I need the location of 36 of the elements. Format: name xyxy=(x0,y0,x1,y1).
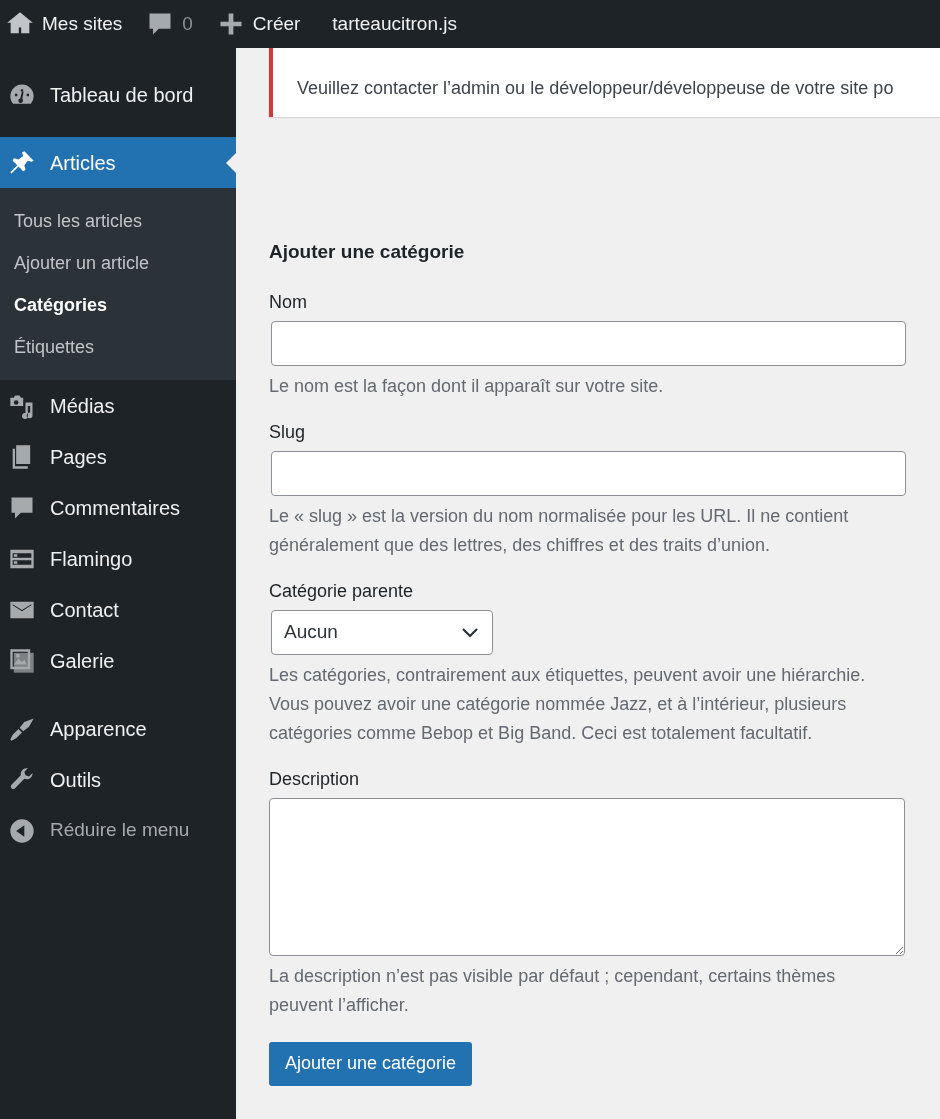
parent-category-dropdown[interactable]: Aucun xyxy=(271,609,493,655)
help-text: Le nom est la façon dont il apparaît sur votre site. xyxy=(269,374,665,398)
add-category-button[interactable]: Ajouter une catégorie xyxy=(269,1041,473,1086)
help-text: Le « slug » est la version du nom normalisée pour les URL. Il ne contient généralement que des lettres, des chiffres et des traits d’union. xyxy=(269,504,850,557)
help-text: La description n’est pas visible par défaut ; cependant, certains thèmes peuvent l’afficher. xyxy=(269,964,837,1017)
notice-text: Veuillez contacter l’admin ou le développeur/développeuse de votre site po xyxy=(297,77,895,100)
sidebar-menu-item[interactable]: Commentaires xyxy=(0,482,236,533)
submenu-item[interactable]: Tous les articles xyxy=(0,200,236,242)
field-label: Catégorie parente xyxy=(269,579,415,603)
field-label: Nom xyxy=(269,290,308,314)
sidebar-menu-item[interactable]: Tableau de bord xyxy=(0,69,236,120)
sidebar-menu-item[interactable]: Flamingo xyxy=(0,533,236,584)
input-field[interactable] xyxy=(271,320,906,366)
admin-bar-sites-link[interactable]: Mes sites xyxy=(0,0,133,48)
input-field[interactable] xyxy=(271,450,906,496)
sidebar-menu-item[interactable]: Pages xyxy=(0,431,236,482)
field-label: Description xyxy=(269,767,361,791)
help-text: Les catégories, contrairement aux étiquettes, peuvent avoir une hiérarchie. Vous pouvez avoir une catégorie nommée Jazz, et à l’intérieur, plusieurs catégories comme Bebop et Big Band. Ceci est totalement facultatif. xyxy=(269,663,867,745)
submenu-item[interactable]: Catégories xyxy=(0,284,236,326)
collapse-menu-button[interactable]: Réduire le menu xyxy=(0,805,236,856)
admin-bar-site-link[interactable]: tarteaucitron.js xyxy=(322,0,467,48)
sidebar-menu-item[interactable]: Outils xyxy=(0,754,236,805)
current-pointer-icon xyxy=(226,153,236,173)
sidebar-menu-item[interactable]: Apparence xyxy=(0,703,236,754)
gallery-icon xyxy=(8,646,36,675)
dropdown-value: Aucun xyxy=(284,619,338,644)
field-label: Slug xyxy=(269,420,307,444)
sidebar-menu-item[interactable]: Articles xyxy=(0,137,236,188)
sidebar-menu-item[interactable]: Contact xyxy=(0,584,236,635)
submenu-item[interactable]: Étiquettes xyxy=(0,326,236,368)
sidebar-menu-item[interactable]: Galerie xyxy=(0,635,236,686)
form-title: Ajouter une catégorie xyxy=(269,240,466,264)
sidebar-menu-item[interactable]: Médias xyxy=(0,380,236,431)
admin-bar-new-link[interactable]: Créer xyxy=(206,0,311,48)
submenu-item[interactable]: Ajouter un article xyxy=(0,242,236,284)
admin-bar-comments-link[interactable]: 0 xyxy=(132,0,207,48)
